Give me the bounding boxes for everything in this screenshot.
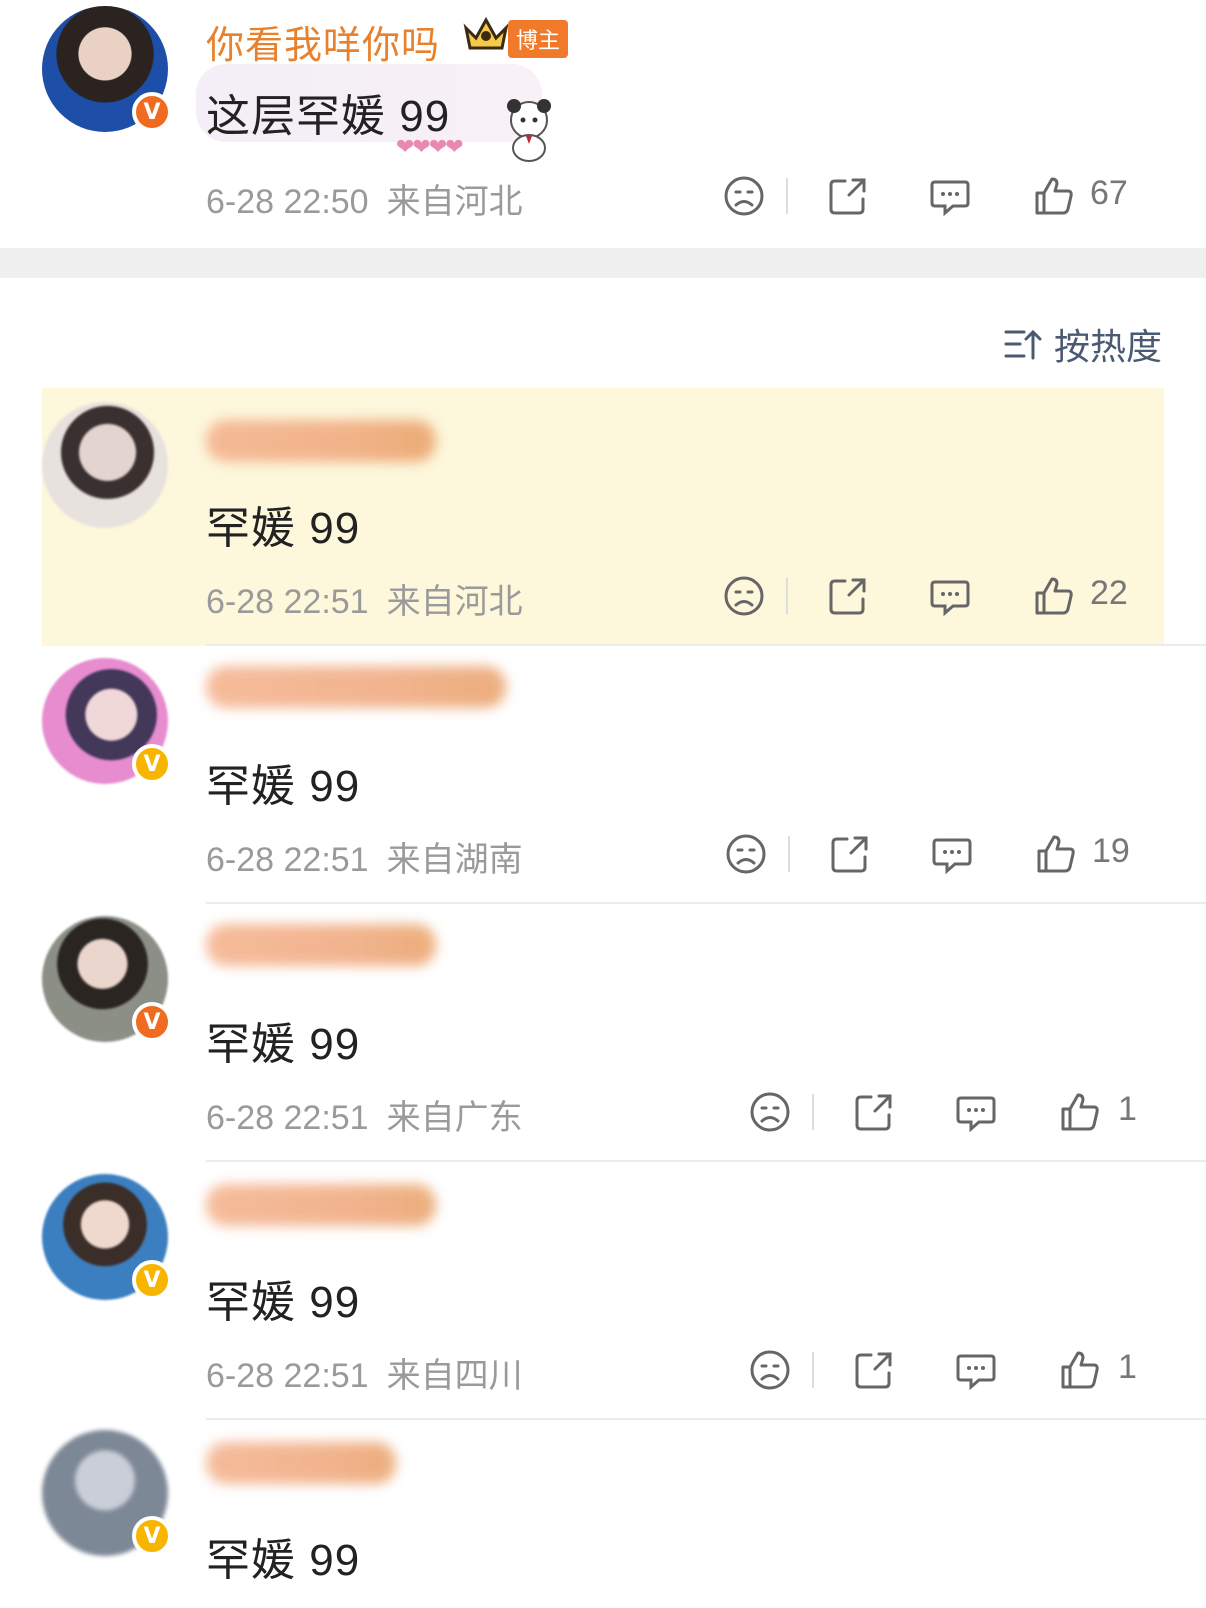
sort-label: 按热度	[1053, 326, 1162, 367]
timestamp: 6-28 22:51	[206, 1099, 369, 1137]
comment-icon[interactable]	[952, 1088, 1000, 1136]
action-bar: 67	[700, 172, 1160, 222]
thumbs-up-icon[interactable]	[1032, 830, 1080, 878]
comments-header: 按热度	[0, 278, 1206, 388]
share-icon[interactable]	[850, 1088, 898, 1136]
location: 来自河北	[386, 183, 523, 221]
sad-face-icon[interactable]	[746, 1088, 794, 1136]
avatar[interactable]: V	[42, 1174, 172, 1300]
location: 来自广东	[386, 1099, 523, 1137]
timestamp: 6-28 22:50	[206, 183, 369, 221]
comment-text: 罕媛 99	[206, 1020, 361, 1069]
author-name[interactable]: 你看我咩你吗	[206, 14, 440, 69]
action-bar: 1	[726, 1346, 1166, 1396]
top-comment: V 你看我咩你吗 博主 这层罕媛 99 ❤❤❤❤ 6-28 22:50来自河北	[0, 0, 1206, 248]
share-icon[interactable]	[824, 172, 872, 220]
meta-line: 6-28 22:51 来自湖南	[206, 832, 523, 881]
sad-face-icon[interactable]	[720, 572, 768, 620]
like-count: 1	[1118, 1090, 1137, 1128]
timestamp: 6-28 22:51	[206, 1357, 369, 1395]
share-icon[interactable]	[826, 830, 874, 878]
like-count: 67	[1090, 174, 1128, 212]
blogger-badge: 博主	[508, 20, 569, 58]
comment-icon[interactable]	[952, 1346, 1000, 1394]
avatar[interactable]: V	[42, 6, 172, 132]
action-bar: 22	[700, 572, 1160, 622]
list-item[interactable]: V 罕媛 99 6-28 22:51 来自广东 1	[0, 904, 1206, 1162]
username-redacted[interactable]	[206, 924, 436, 966]
separator	[812, 1352, 814, 1388]
list-item[interactable]: V 罕媛 99	[0, 1420, 1206, 1608]
crown-icon	[462, 14, 510, 54]
sad-face-icon[interactable]	[722, 830, 770, 878]
sad-face-icon[interactable]	[720, 172, 768, 220]
comment-text: 罕媛 99	[206, 1536, 361, 1585]
verified-icon: V	[132, 1002, 172, 1042]
like-count: 19	[1092, 832, 1130, 870]
timestamp: 6-28 22:51	[206, 841, 369, 879]
comment-icon[interactable]	[926, 572, 974, 620]
timestamp: 6-28 22:51	[206, 583, 369, 621]
sort-icon	[1004, 329, 1042, 360]
meta-line: 6-28 22:50 来自河北	[206, 174, 523, 223]
verified-icon: V	[132, 1516, 172, 1556]
section-gap	[0, 248, 1206, 278]
meta-line: 6-28 22:51 来自河北	[206, 574, 523, 623]
separator	[788, 836, 790, 872]
comment-icon[interactable]	[928, 830, 976, 878]
thumbs-up-icon[interactable]	[1030, 172, 1078, 220]
separator	[786, 178, 788, 214]
bear-sticker-icon	[494, 94, 564, 164]
avatar[interactable]: V	[42, 916, 172, 1042]
username-redacted[interactable]	[206, 1442, 396, 1484]
location: 来自河北	[386, 583, 523, 621]
avatar[interactable]	[42, 402, 168, 528]
username-redacted[interactable]	[206, 666, 506, 708]
meta-line: 6-28 22:51 来自广东	[206, 1090, 523, 1139]
verified-icon: V	[132, 92, 172, 132]
separator	[786, 578, 788, 614]
thumbs-up-icon[interactable]	[1030, 572, 1078, 620]
comment-icon[interactable]	[926, 172, 974, 220]
username-redacted[interactable]	[206, 420, 436, 462]
thumbs-up-icon[interactable]	[1056, 1088, 1104, 1136]
thumbs-up-icon[interactable]	[1056, 1346, 1104, 1394]
action-bar: 1	[726, 1088, 1166, 1138]
comment-text: 罕媛 99	[206, 1278, 361, 1327]
avatar[interactable]: V	[42, 658, 172, 784]
avatar[interactable]: V	[42, 1430, 172, 1556]
share-icon[interactable]	[850, 1346, 898, 1394]
list-item[interactable]: 罕媛 99 6-28 22:51 来自河北 22	[0, 388, 1206, 646]
username-redacted[interactable]	[206, 1184, 436, 1226]
location: 来自湖南	[386, 841, 523, 879]
meta-line: 6-28 22:51 来自四川	[206, 1348, 523, 1397]
like-count: 22	[1090, 574, 1128, 612]
comment-text: 罕媛 99	[206, 762, 361, 811]
sad-face-icon[interactable]	[746, 1346, 794, 1394]
comment-text: 罕媛 99	[206, 504, 361, 553]
list-item[interactable]: V 罕媛 99 6-28 22:51 来自湖南 19	[0, 646, 1206, 904]
list-item[interactable]: V 罕媛 99 6-28 22:51 来自四川 1	[0, 1162, 1206, 1420]
action-bar: 19	[702, 830, 1162, 880]
separator	[812, 1094, 814, 1130]
share-icon[interactable]	[824, 572, 872, 620]
verified-icon: V	[132, 744, 172, 784]
verified-icon: V	[132, 1260, 172, 1300]
like-count: 1	[1118, 1348, 1137, 1386]
heart-decoration-icon: ❤❤❤❤	[396, 134, 464, 159]
location: 来自四川	[386, 1357, 523, 1395]
sort-button[interactable]: 按热度	[1002, 318, 1162, 370]
